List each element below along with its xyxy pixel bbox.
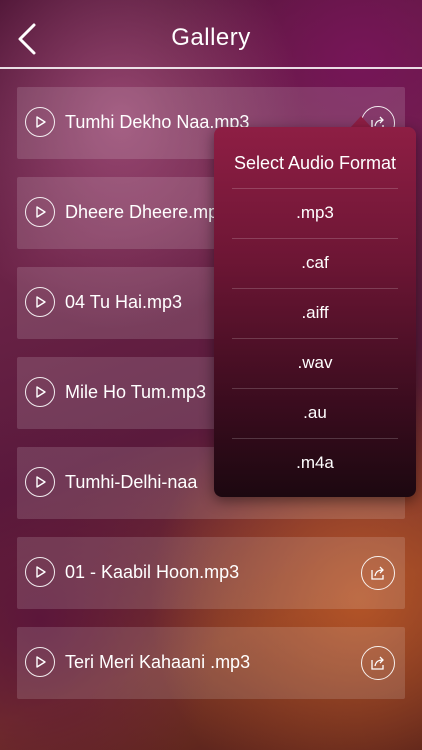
song-row[interactable]: Teri Meri Kahaani .mp3 xyxy=(17,627,405,699)
play-button[interactable] xyxy=(25,467,55,497)
divider xyxy=(232,388,398,389)
divider xyxy=(232,438,398,439)
header: Gallery xyxy=(0,0,422,69)
song-name: Tumhi-Delhi-naa xyxy=(65,472,198,492)
play-button[interactable] xyxy=(25,557,55,587)
format-option-mp3[interactable]: .mp3 xyxy=(232,188,398,238)
song-name: Dheere Dheere.mp3 xyxy=(65,202,229,222)
song-name: 01 - Kaabil Hoon.mp3 xyxy=(65,562,240,582)
song-name: 04 Tu Hai.mp3 xyxy=(65,292,183,312)
play-button[interactable] xyxy=(25,287,55,317)
share-button[interactable] xyxy=(361,556,395,590)
format-option-label: .mp3 xyxy=(296,203,334,222)
header-divider xyxy=(0,67,422,69)
song-name: Teri Meri Kahaani .mp3 xyxy=(65,652,251,672)
play-icon xyxy=(36,656,46,668)
page-title: Gallery xyxy=(171,24,251,51)
format-option-label: .au xyxy=(303,403,327,422)
divider xyxy=(232,188,398,189)
share-icon xyxy=(371,656,384,670)
format-option-label: .m4a xyxy=(296,453,334,472)
play-button[interactable] xyxy=(25,647,55,677)
format-option-wav[interactable]: .wav xyxy=(232,338,398,388)
play-icon xyxy=(36,296,46,308)
play-icon xyxy=(36,386,46,398)
divider xyxy=(232,238,398,239)
divider xyxy=(232,338,398,339)
divider xyxy=(232,288,398,289)
format-option-caf[interactable]: .caf xyxy=(232,238,398,288)
song-row[interactable]: 01 - Kaabil Hoon.mp3 xyxy=(17,537,405,609)
play-icon xyxy=(36,566,46,578)
format-option-label: .wav xyxy=(297,353,333,372)
play-button[interactable] xyxy=(25,107,55,137)
format-option-au[interactable]: .au xyxy=(232,388,398,438)
play-icon xyxy=(36,476,46,488)
share-icon xyxy=(371,566,384,580)
play-icon xyxy=(36,116,46,128)
play-icon xyxy=(36,206,46,218)
format-option-label: .aiff xyxy=(301,303,329,322)
share-button[interactable] xyxy=(361,646,395,680)
play-button[interactable] xyxy=(25,377,55,407)
audio-format-popover: Select Audio Format .mp3 .caf .aiff .wav… xyxy=(214,127,416,497)
format-option-aiff[interactable]: .aiff xyxy=(232,288,398,338)
popover-title: Select Audio Format xyxy=(233,153,397,173)
format-option-label: .caf xyxy=(301,253,329,272)
song-name: Mile Ho Tum.mp3 xyxy=(65,382,207,402)
play-button[interactable] xyxy=(25,197,55,227)
format-option-m4a[interactable]: .m4a xyxy=(232,438,398,488)
